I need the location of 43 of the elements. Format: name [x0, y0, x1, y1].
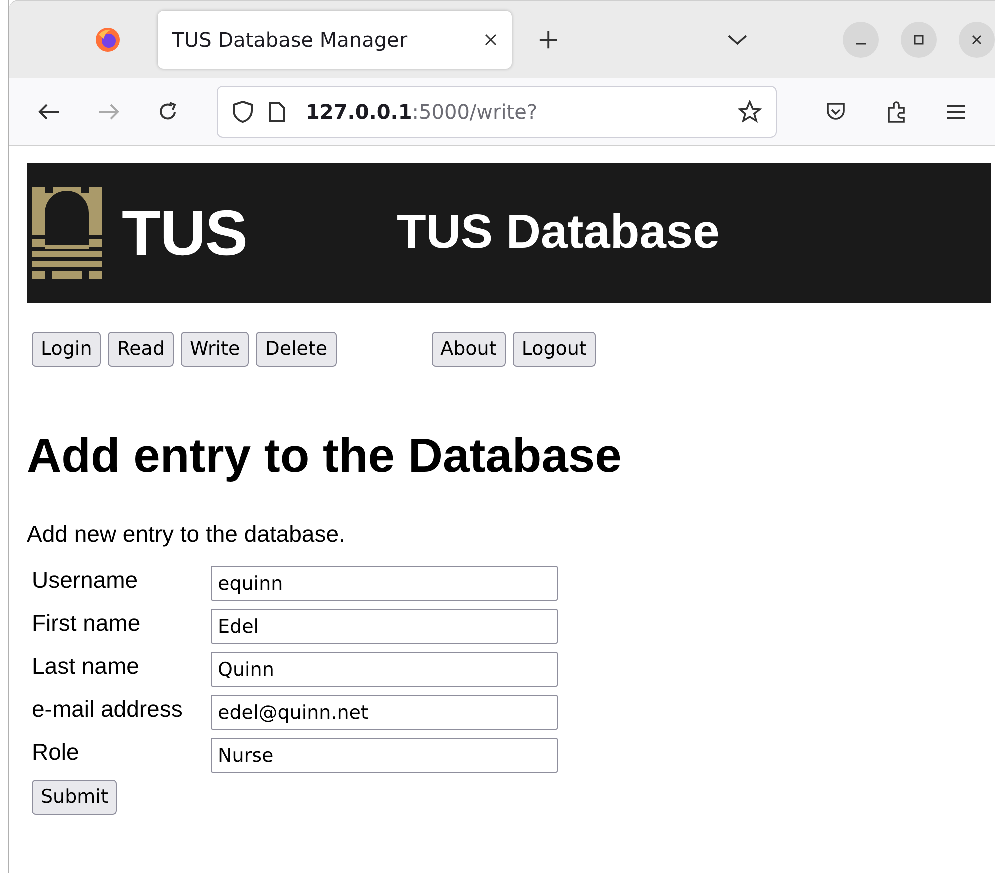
browser-tab[interactable]: TUS Database Manager	[158, 10, 512, 68]
close-window-button[interactable]	[958, 22, 995, 58]
pocket-icon[interactable]	[825, 102, 847, 122]
nav-button[interactable]: Write	[181, 332, 250, 367]
nav-button[interactable]: Delete	[256, 332, 337, 367]
close-icon	[970, 34, 983, 46]
field-label: Role	[32, 741, 80, 764]
field-label: First name	[32, 612, 142, 635]
nav-button[interactable]: Logout	[512, 332, 596, 367]
maximize-icon	[912, 34, 925, 46]
close-icon[interactable]	[484, 32, 498, 46]
star-icon[interactable]	[738, 100, 762, 124]
nav-button[interactable]: About	[432, 332, 506, 367]
plus-icon[interactable]	[538, 28, 559, 50]
banner-title: TUS Database	[397, 209, 720, 257]
field-label: Username	[32, 569, 140, 592]
page-heading: Add entry to the Database	[27, 433, 623, 481]
submit-button[interactable]: Submit	[32, 780, 118, 815]
reload-icon[interactable]	[157, 100, 179, 122]
url-path: :5000/write?	[412, 98, 538, 126]
field-label: Last name	[32, 655, 140, 678]
field-label: e-mail address	[32, 698, 184, 721]
shield-icon[interactable]	[232, 100, 254, 124]
text-input[interactable]: edel@quinn.net	[211, 695, 558, 730]
page-icon	[268, 100, 286, 122]
chevron-down-icon[interactable]	[726, 32, 748, 46]
browser-logo-icon	[94, 26, 121, 52]
url-host: 127.0.0.1	[306, 98, 412, 126]
castle-logo-icon	[32, 187, 102, 279]
address-bar[interactable]: 127.0.0.1:5000/write?	[217, 86, 777, 138]
text-input[interactable]: Quinn	[211, 652, 558, 687]
nav-button[interactable]: Read	[108, 332, 174, 367]
back-arrow-icon[interactable]	[37, 102, 61, 122]
nav-button[interactable]: Login	[32, 332, 102, 367]
text-input[interactable]: Nurse	[211, 738, 558, 773]
menu-icon[interactable]	[945, 102, 967, 120]
maximize-button[interactable]	[900, 22, 937, 58]
tab-title: TUS Database Manager	[172, 26, 408, 54]
text-input[interactable]: equinn	[211, 566, 558, 601]
logo-text: TUS	[122, 201, 247, 265]
text-input[interactable]: Edel	[211, 609, 558, 644]
minimize-icon	[856, 42, 866, 44]
intro-text: Add new entry to the database.	[27, 523, 346, 546]
